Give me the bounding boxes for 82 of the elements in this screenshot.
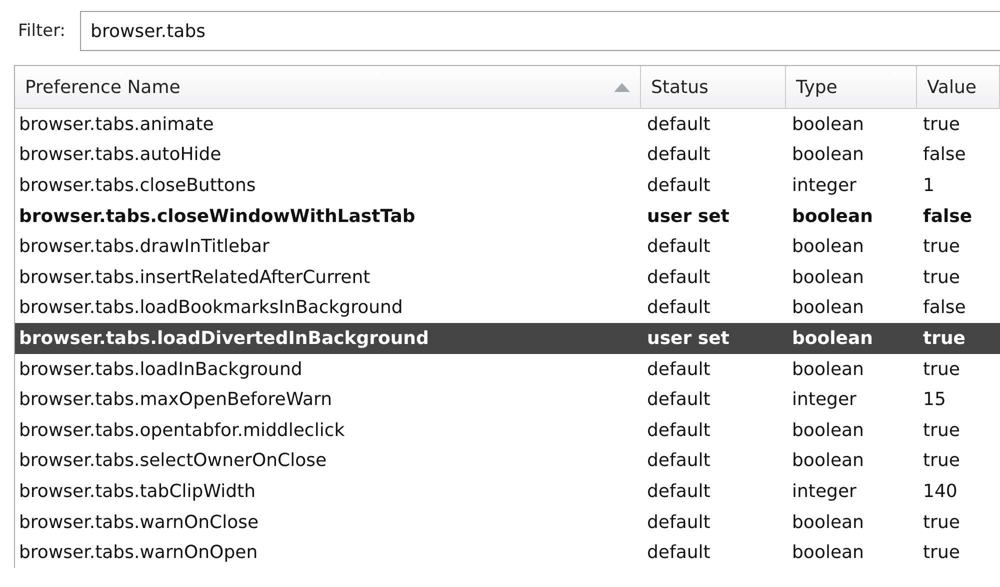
table-cell-text: default: [646, 174, 712, 196]
table-cell-text: browser.tabs.selectOwnerOnClose: [18, 450, 328, 472]
sort-arrow-icon: [614, 82, 630, 92]
column-header[interactable]: Value: [917, 66, 1000, 108]
table-cell-text: true: [922, 420, 961, 441]
filter-field[interactable]: browser.tabs: [80, 11, 1000, 51]
filter-label: Filter:: [18, 21, 66, 41]
table-cell-text: default: [646, 480, 712, 502]
table-cell-text: browser.tabs.loadBookmarksInBackground: [18, 297, 404, 318]
table-cell-text: boolean: [791, 206, 874, 227]
preference-row[interactable]: browser.tabs.closeButtons default integer 1: [15, 170, 1000, 201]
table-cell-text: default: [646, 389, 712, 410]
table-cell-text: browser.tabs.autoHide: [18, 144, 222, 166]
table-cell-text: default: [646, 266, 712, 288]
table-cell-text: true: [922, 328, 967, 349]
column-header[interactable]: Preference Name: [15, 66, 641, 108]
table-cell-text: browser.tabs.warnOnClose: [18, 512, 260, 533]
table-cell-text: 140: [922, 480, 958, 502]
table-cell-text: 15: [922, 389, 947, 410]
table-cell-text: boolean: [791, 542, 865, 564]
table-cell-text: true: [922, 266, 961, 288]
preference-row[interactable]: browser.tabs.autoHide default boolean false: [15, 140, 1000, 170]
table-cell-text: 1: [922, 174, 936, 196]
preference-row[interactable]: browser.tabs.closeWindowWithLastTab user set boolean false: [15, 200, 1000, 232]
table-cell-text: boolean: [791, 420, 865, 441]
table-cell-text: browser.tabs.loadInBackground: [18, 358, 304, 380]
table-cell-text: user set: [646, 328, 730, 349]
table-cell-text: browser.tabs.maxOpenBeforeWarn: [18, 389, 334, 410]
table-cell-text: boolean: [791, 236, 865, 258]
table-cell-text: browser.tabs.tabClipWidth: [18, 480, 257, 502]
table-cell-text: integer: [791, 174, 858, 196]
table-cell-text: browser.tabs.animate: [18, 114, 215, 135]
table-cell-text: true: [922, 512, 961, 533]
preference-row[interactable]: browser.tabs.tabClipWidth default integer 140: [15, 476, 1000, 507]
table-cell-text: default: [646, 236, 712, 258]
table-cell-text: integer: [791, 480, 858, 502]
table-cell-text: default: [646, 450, 712, 472]
table-cell-text: true: [922, 542, 961, 564]
table-cell-text: true: [922, 236, 961, 258]
table-cell-text: browser.tabs.drawInTitlebar: [18, 236, 270, 258]
table-cell-text: true: [922, 450, 961, 472]
table-cell-text: boolean: [791, 144, 865, 166]
table-cell-text: default: [646, 420, 712, 441]
table-cell-text: browser.tabs.insertRelatedAfterCurrent: [18, 266, 372, 288]
table-cell-text: boolean: [791, 328, 874, 349]
table-cell-text: boolean: [791, 114, 865, 135]
table-cell-text: integer: [791, 389, 858, 410]
table-cell-text: default: [646, 512, 712, 533]
table-cell-text: default: [646, 542, 712, 564]
table-cell-text: user set: [646, 206, 730, 227]
table-cell-text: browser.tabs.closeWindowWithLastTab: [18, 206, 416, 227]
preference-row[interactable]: browser.tabs.animate default boolean true: [15, 109, 1000, 140]
preference-row[interactable]: browser.tabs.loadBookmarksInBackground default boolean false: [15, 292, 1000, 324]
column-header[interactable]: Status: [641, 66, 786, 108]
preference-row[interactable]: browser.tabs.drawInTitlebar default boolean true: [15, 231, 1000, 262]
preference-row[interactable]: browser.tabs.selectOwnerOnClose default boolean true: [15, 446, 1000, 476]
preference-row[interactable]: browser.tabs.loadInBackground default boolean true: [15, 354, 1000, 384]
table-cell-text: true: [922, 114, 961, 135]
preference-row[interactable]: browser.tabs.warnOnClose default boolean true: [15, 506, 1000, 538]
table-cell-text: false: [922, 297, 967, 318]
table-cell-text: default: [646, 144, 712, 166]
table-cell-text: boolean: [791, 266, 865, 288]
table-cell-text: boolean: [791, 297, 865, 318]
table-cell-text: browser.tabs.closeButtons: [18, 174, 257, 196]
column-header[interactable]: Type: [786, 66, 917, 108]
table-cell-text: boolean: [791, 512, 865, 533]
preference-row[interactable]: browser.tabs.insertRelatedAfterCurrent default boolean true: [15, 262, 1000, 293]
table-cell-text: browser.tabs.loadDivertedInBackground: [18, 328, 430, 349]
preference-row[interactable]: browser.tabs.warnOnOpen default boolean true: [15, 537, 1000, 568]
preference-row[interactable]: browser.tabs.opentabfor.middleclick default boolean true: [15, 414, 1000, 446]
preference-row[interactable]: browser.tabs.maxOpenBeforeWarn default integer 15: [15, 384, 1000, 415]
table-cell-text: boolean: [791, 450, 865, 472]
table-cell-text: default: [646, 297, 712, 318]
table-cell-text: default: [646, 358, 712, 380]
table-cell-text: default: [646, 114, 712, 135]
table-cell-text: true: [922, 358, 961, 380]
table-cell-text: boolean: [791, 358, 865, 380]
table-cell-text: false: [922, 206, 974, 227]
table-cell-text: browser.tabs.opentabfor.middleclick: [18, 420, 346, 441]
table-cell-text: browser.tabs.warnOnOpen: [18, 542, 259, 564]
table-cell-text: false: [922, 144, 967, 166]
preference-row[interactable]: browser.tabs.loadDivertedInBackground user set boolean true: [15, 323, 1000, 354]
